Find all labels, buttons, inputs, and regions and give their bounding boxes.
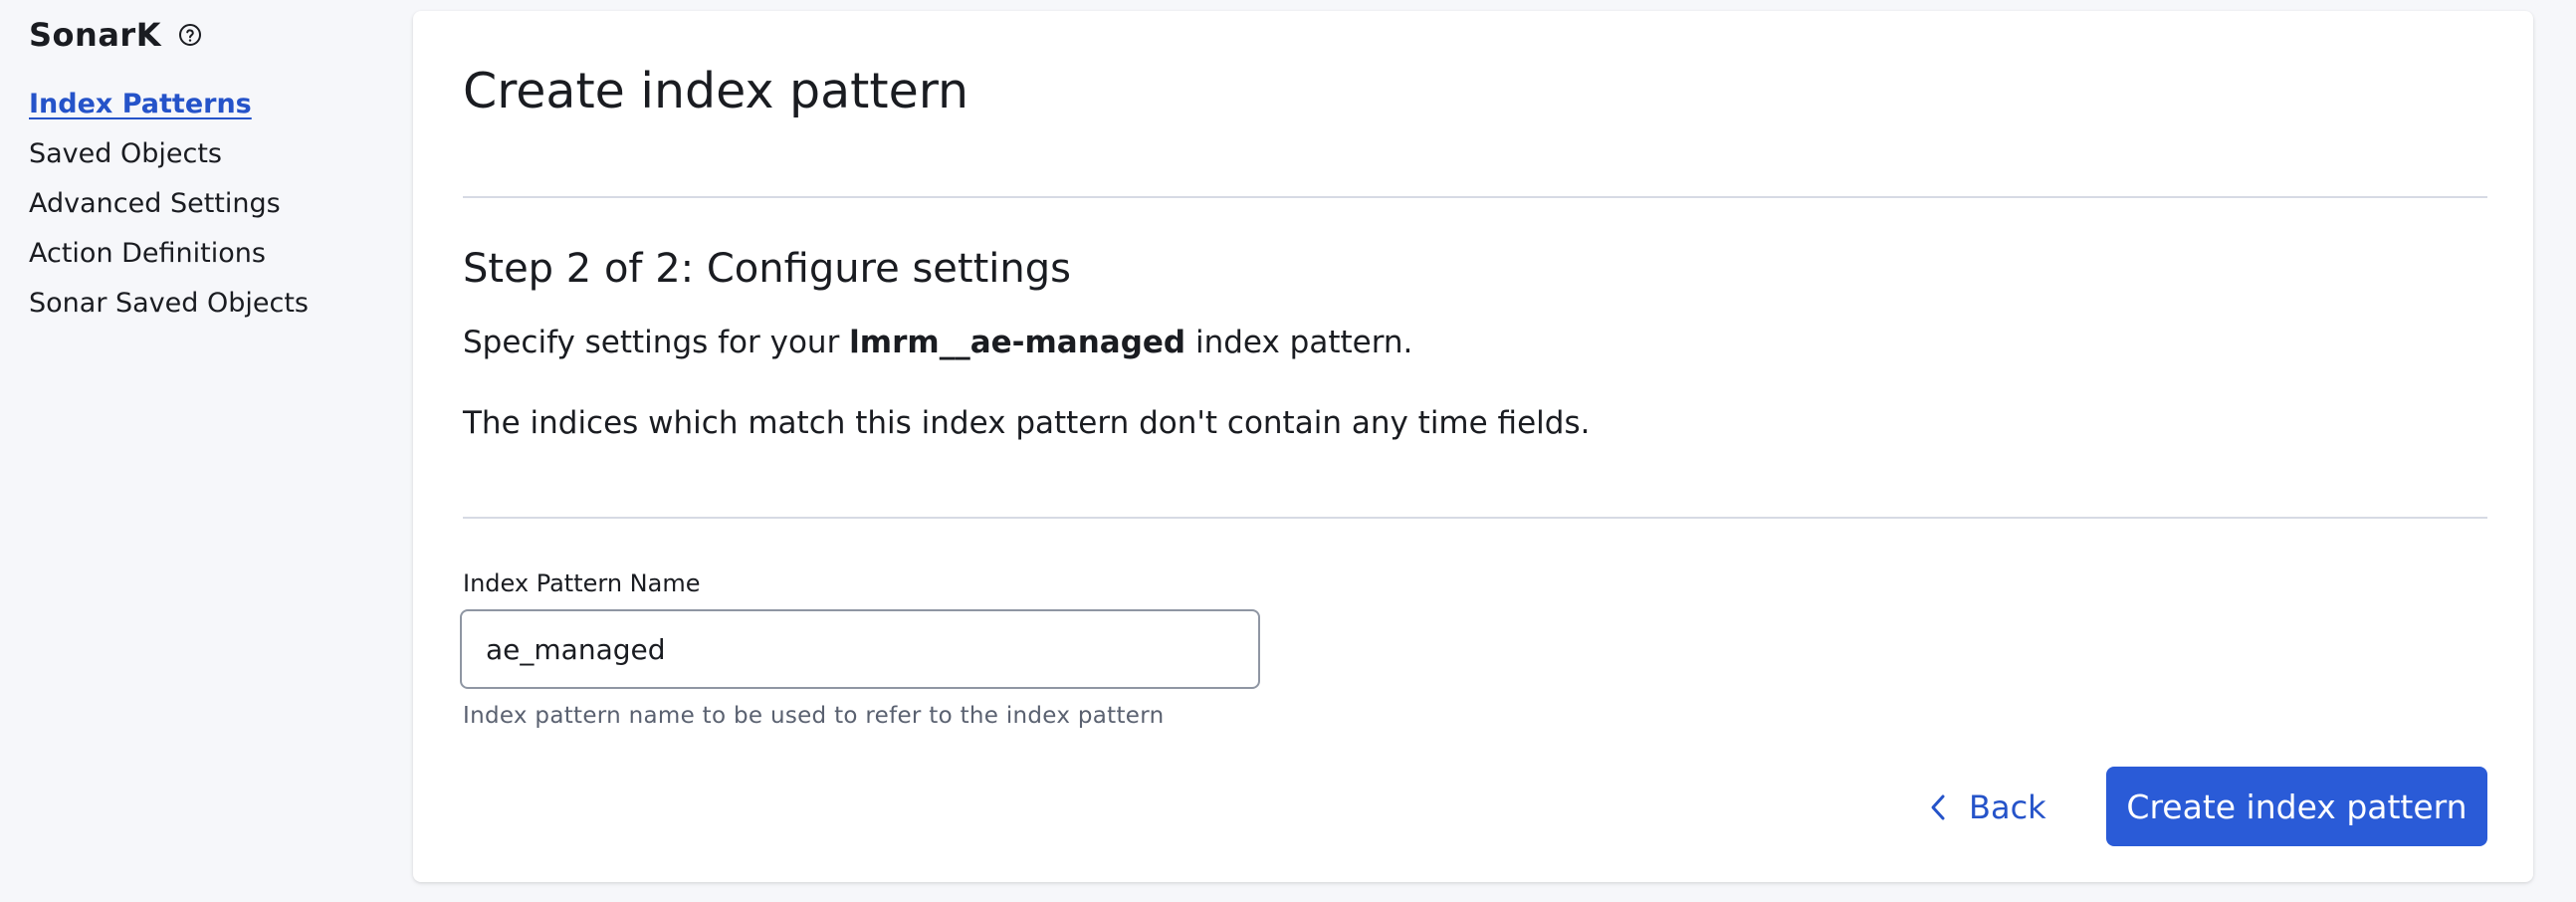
chevron-left-icon — [1929, 793, 1947, 821]
index-pattern-name-label: Index Pattern Name — [463, 569, 701, 597]
help-icon[interactable] — [177, 22, 203, 48]
sidebar-header: SonarK — [29, 14, 387, 56]
time-fields-note: The indices which match this index patte… — [463, 405, 1591, 441]
sidebar-item-action-definitions[interactable]: Action Definitions — [29, 229, 387, 279]
app-title: SonarK — [29, 16, 161, 54]
title-divider — [463, 196, 2487, 198]
sidebar-item-saved-objects[interactable]: Saved Objects — [29, 129, 387, 179]
pattern-description: Specify settings for your lmrm__ae-manag… — [463, 325, 1412, 360]
description-suffix: index pattern. — [1185, 325, 1413, 360]
index-pattern-name-help: Index pattern name to be used to refer t… — [463, 703, 1165, 729]
page-title: Create index pattern — [463, 63, 969, 119]
step-title: Step 2 of 2: Configure settings — [463, 246, 1071, 292]
settings-divider — [463, 517, 2487, 519]
back-button[interactable]: Back — [1919, 768, 2056, 847]
sidebar-nav: Index Patterns Saved Objects Advanced Se… — [29, 80, 387, 329]
sidebar-item-advanced-settings[interactable]: Advanced Settings — [29, 179, 387, 229]
back-button-label: Back — [1969, 789, 2046, 826]
sidebar-item-sonar-saved-objects[interactable]: Sonar Saved Objects — [29, 279, 387, 329]
sidebar-item-index-patterns[interactable]: Index Patterns — [29, 80, 387, 129]
main-panel: Create index pattern Step 2 of 2: Config… — [413, 11, 2533, 882]
index-pattern-name-input[interactable] — [460, 609, 1260, 689]
create-index-pattern-button[interactable]: Create index pattern — [2106, 767, 2487, 846]
description-prefix: Specify settings for your — [463, 325, 850, 360]
sidebar: SonarK Index Patterns Saved Objects Adva… — [29, 14, 387, 329]
pattern-name-bold: lmrm__ae-managed — [849, 325, 1186, 360]
